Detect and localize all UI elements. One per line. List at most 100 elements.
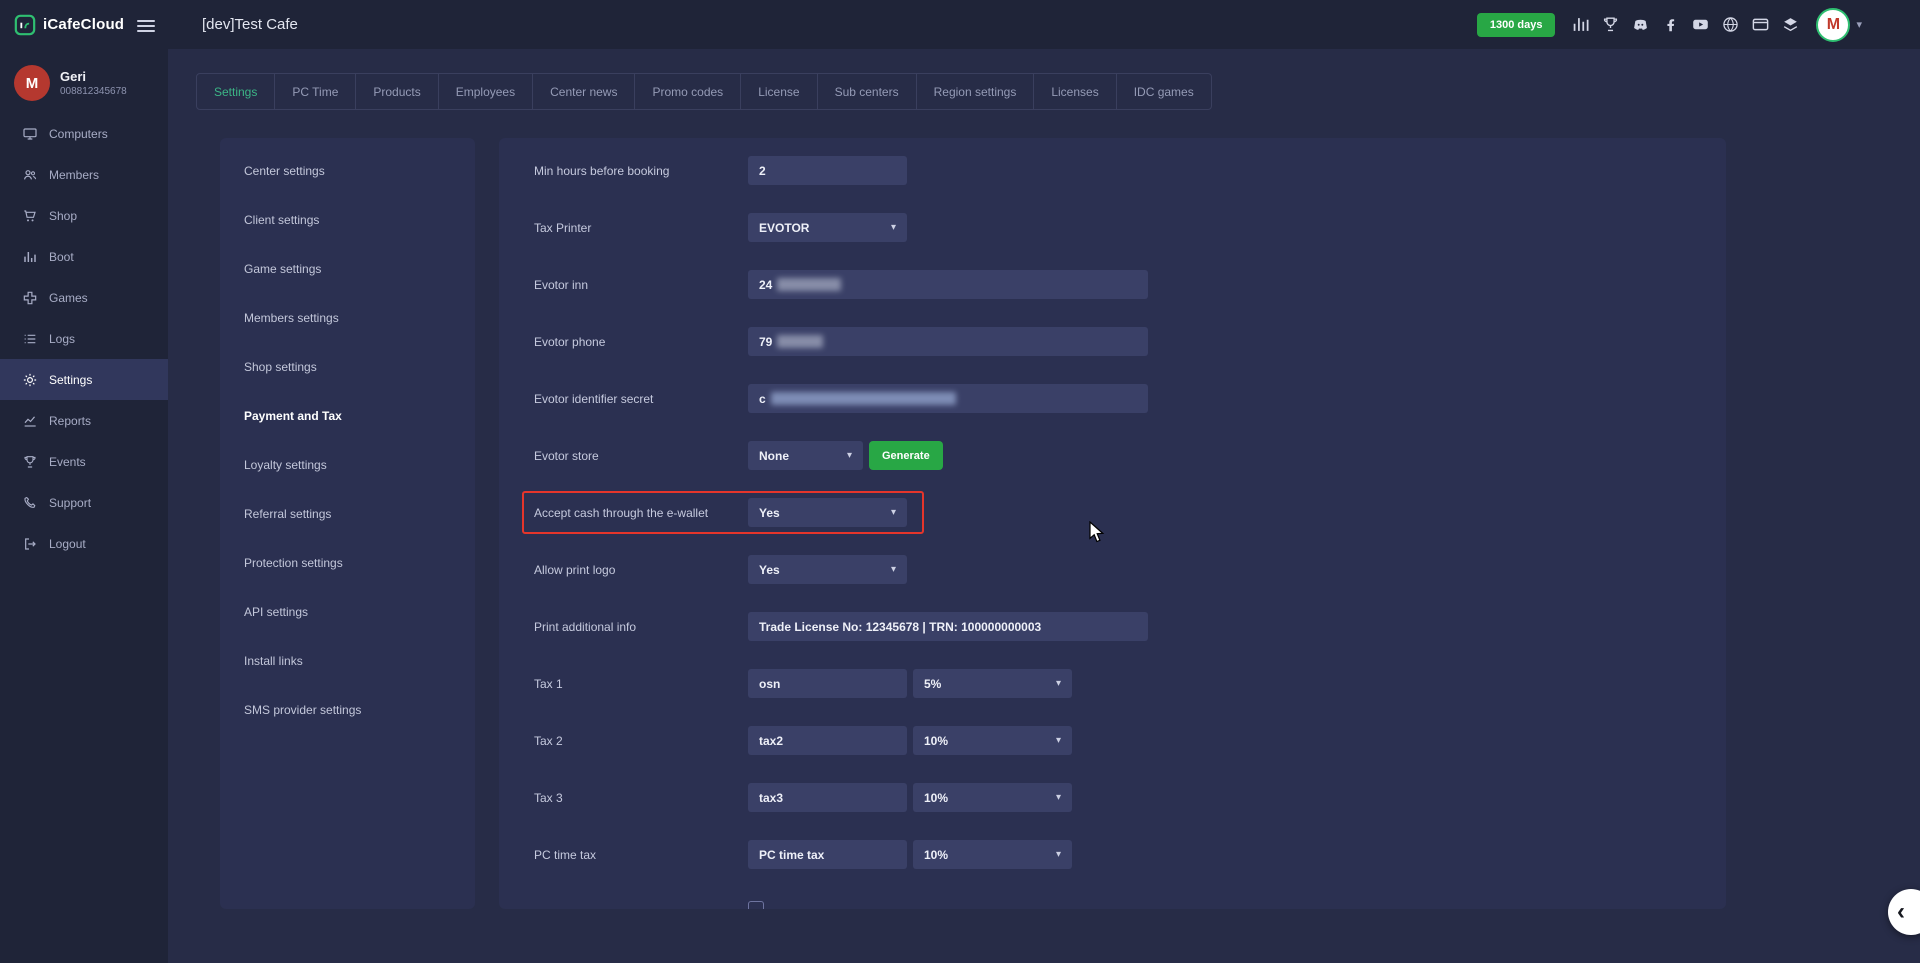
settings-nav: Center settingsClient settingsGame setti… xyxy=(220,138,475,909)
sidebar-item-support[interactable]: Support xyxy=(0,482,168,523)
form-row-evotor-phone: Evotor phone79 xyxy=(534,313,1726,370)
tax3-rate-select[interactable]: 10%▾ xyxy=(913,783,1072,812)
sidebar-item-boot[interactable]: Boot xyxy=(0,236,168,277)
boot-icon xyxy=(22,249,38,265)
days-badge[interactable]: 1300 days xyxy=(1477,13,1556,37)
sidebar-item-reports[interactable]: Reports xyxy=(0,400,168,441)
pctime-tax-rate-select[interactable]: 10%▾ xyxy=(913,840,1072,869)
chevron-left-icon: ‹ xyxy=(1897,900,1905,924)
sidebar-item-label: Shop xyxy=(49,209,77,223)
settings-nav-center-settings[interactable]: Center settings xyxy=(220,146,475,195)
icafecloud-logo-icon xyxy=(14,14,36,36)
pctime-tax-name-input[interactable]: PC time tax xyxy=(748,840,907,869)
sidebar-item-label: Support xyxy=(49,496,91,510)
form-row-tax-2: Tax 2tax210%▾ xyxy=(534,712,1726,769)
sidebar-item-settings[interactable]: Settings xyxy=(0,359,168,400)
account-menu[interactable]: M ▾ xyxy=(1816,8,1862,42)
sidebar-item-members[interactable]: Members xyxy=(0,154,168,195)
sidebar-item-label: Logs xyxy=(49,332,75,346)
sidebar-item-label: Computers xyxy=(49,127,108,141)
generate-button[interactable]: Generate xyxy=(869,441,943,470)
sidebar-item-games[interactable]: Games xyxy=(0,277,168,318)
tab-employees[interactable]: Employees xyxy=(438,73,533,110)
stats-icon[interactable] xyxy=(1571,15,1590,34)
form-row-min-hours-before-booking: Min hours before booking2 xyxy=(534,142,1726,199)
settings-nav-api-settings[interactable]: API settings xyxy=(220,587,475,636)
settings-nav-protection-settings[interactable]: Protection settings xyxy=(220,538,475,587)
settings-nav-sms-provider-settings[interactable]: SMS provider settings xyxy=(220,685,475,734)
evotor-phone-input[interactable]: 79 xyxy=(748,327,1148,356)
tab-region-settings[interactable]: Region settings xyxy=(916,73,1035,110)
sidebar-item-computers[interactable]: Computers xyxy=(0,113,168,154)
field-label: Print additional info xyxy=(534,620,748,634)
settings-nav-members-settings[interactable]: Members settings xyxy=(220,293,475,342)
tab-settings[interactable]: Settings xyxy=(196,73,275,110)
allow-print-logo-select[interactable]: Yes▾ xyxy=(748,555,907,584)
settings-nav-shop-settings[interactable]: Shop settings xyxy=(220,342,475,391)
trophy-icon[interactable] xyxy=(1601,15,1620,34)
settings-nav-payment-and-tax[interactable]: Payment and Tax xyxy=(220,391,475,440)
tab-pc-time[interactable]: PC Time xyxy=(274,73,356,110)
user-profile[interactable]: M Geri 008812345678 xyxy=(0,49,168,113)
sidebar-item-logout[interactable]: Logout xyxy=(0,523,168,564)
facebook-icon[interactable] xyxy=(1661,15,1680,34)
chevron-down-icon: ▾ xyxy=(1056,792,1061,803)
evotor-inn-input[interactable]: 24 xyxy=(748,270,1148,299)
tab-products[interactable]: Products xyxy=(355,73,438,110)
user-name: Geri xyxy=(60,69,127,84)
tax1-rate-select[interactable]: 5%▾ xyxy=(913,669,1072,698)
card-icon[interactable] xyxy=(1751,15,1770,34)
settings-nav-loyalty-settings[interactable]: Loyalty settings xyxy=(220,440,475,489)
settings-nav-client-settings[interactable]: Client settings xyxy=(220,195,475,244)
evotor-store-select[interactable]: None▾ xyxy=(748,441,863,470)
tax2-name-input[interactable]: tax2 xyxy=(748,726,907,755)
tab-licenses[interactable]: Licenses xyxy=(1033,73,1116,110)
discord-icon[interactable] xyxy=(1631,15,1650,34)
sidebar-item-shop[interactable]: Shop xyxy=(0,195,168,236)
blurred-value xyxy=(771,392,956,405)
tabs-bar: SettingsPC TimeProductsEmployeesCenter n… xyxy=(196,73,1920,110)
form-row-tax-1: Tax 1osn5%▾ xyxy=(534,655,1726,712)
youtube-icon[interactable] xyxy=(1691,15,1710,34)
sidebar-item-label: Boot xyxy=(49,250,74,264)
partial-checkbox[interactable] xyxy=(748,901,764,909)
blurred-value xyxy=(777,278,841,291)
tax3-name-input[interactable]: tax3 xyxy=(748,783,907,812)
min-hours-input[interactable]: 2 xyxy=(748,156,907,185)
chevron-down-icon: ▾ xyxy=(1056,735,1061,746)
accept-cash-select[interactable]: Yes▾ xyxy=(748,498,907,527)
settings-form: Min hours before booking2Tax PrinterEVOT… xyxy=(499,138,1726,909)
members-icon xyxy=(22,167,38,183)
layers-icon[interactable] xyxy=(1781,15,1800,34)
form-row-allow-print-logo: Allow print logoYes▾ xyxy=(534,541,1726,598)
tab-license[interactable]: License xyxy=(740,73,817,110)
tab-promo-codes[interactable]: Promo codes xyxy=(634,73,741,110)
brand-name: iCafeCloud xyxy=(43,16,124,33)
sidebar-item-label: Games xyxy=(49,291,88,305)
settings-nav-referral-settings[interactable]: Referral settings xyxy=(220,489,475,538)
field-label: Evotor identifier secret xyxy=(534,392,748,406)
tax-printer-select[interactable]: EVOTOR▾ xyxy=(748,213,907,242)
field-label: Tax 2 xyxy=(534,734,748,748)
print-additional-info-input[interactable]: Trade License No: 12345678 | TRN: 100000… xyxy=(748,612,1148,641)
globe-icon[interactable] xyxy=(1721,15,1740,34)
avatar[interactable]: M xyxy=(1816,8,1850,42)
tab-idc-games[interactable]: IDC games xyxy=(1116,73,1212,110)
tab-center-news[interactable]: Center news xyxy=(532,73,635,110)
tax1-name-input[interactable]: osn xyxy=(748,669,907,698)
topbar-right: 1300 days M ▾ xyxy=(1477,8,1920,42)
sidebar-item-events[interactable]: Events xyxy=(0,441,168,482)
menu-toggle-icon[interactable] xyxy=(137,17,155,35)
chevron-down-icon: ▾ xyxy=(891,222,896,233)
form-row-accept-cash-through-the-e-wallet: Accept cash through the e-walletYes▾ xyxy=(534,484,1726,541)
main-content: SettingsPC TimeProductsEmployeesCenter n… xyxy=(168,0,1920,909)
field-label: Tax 3 xyxy=(534,791,748,805)
tab-sub-centers[interactable]: Sub centers xyxy=(817,73,917,110)
evotor-identifier-secret-input[interactable]: c xyxy=(748,384,1148,413)
sidebar-item-logs[interactable]: Logs xyxy=(0,318,168,359)
collapse-widget[interactable]: ‹ xyxy=(1888,889,1920,935)
settings-nav-game-settings[interactable]: Game settings xyxy=(220,244,475,293)
user-avatar-letter: M xyxy=(26,75,39,92)
tax2-rate-select[interactable]: 10%▾ xyxy=(913,726,1072,755)
settings-nav-install-links[interactable]: Install links xyxy=(220,636,475,685)
